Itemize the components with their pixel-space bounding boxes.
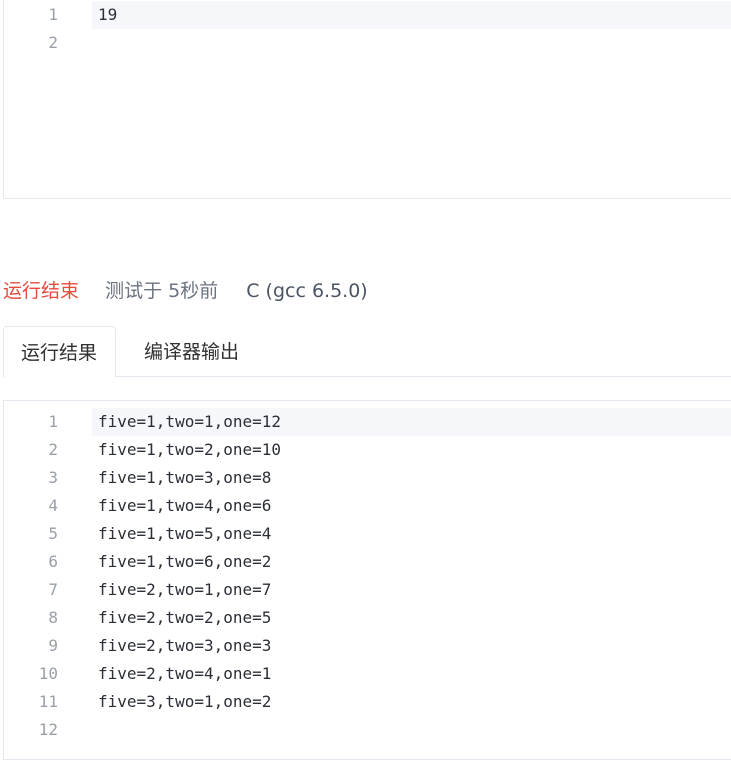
line-number: 5 [48,524,58,543]
line-number: 11 [38,692,58,711]
line-number: 1 [48,412,58,431]
output-text: five=2,two=4,one=1 [98,664,272,683]
line-number: 9 [48,636,58,655]
output-text: five=1,two=2,one=10 [98,440,282,459]
output-text: five=1,two=4,one=6 [98,496,272,515]
line-number: 2 [48,33,58,52]
output-line: 12 [4,716,731,744]
output-line: 6 five=1,two=6,one=2 [4,548,731,576]
line-number: 7 [48,580,58,599]
line-number: 8 [48,608,58,627]
code-line-content: five=1,two=3,one=8 [92,464,731,492]
output-text: five=1,two=5,one=4 [98,524,272,543]
output-text: five=2,two=2,one=5 [98,608,272,627]
code-line-content: five=1,two=6,one=2 [92,548,731,576]
output-line: 1 five=1,two=1,one=12 [4,408,731,436]
output-line: 4 five=1,two=4,one=6 [4,492,731,520]
line-number: 4 [48,496,58,515]
code-line-content: five=1,two=2,one=10 [92,436,731,464]
tab-compiler-output[interactable]: 编译器输出 [144,326,239,377]
code-line-content[interactable] [92,29,731,57]
code-line-content: five=2,two=3,one=3 [92,632,731,660]
code-text[interactable]: 19 [98,1,117,29]
output-line: 2 five=1,two=2,one=10 [4,436,731,464]
output-line: 3 five=1,two=3,one=8 [4,464,731,492]
input-line[interactable]: 2 [4,29,731,57]
code-line-content[interactable]: 19 [92,1,731,29]
run-status-label: 运行结束 [3,280,80,302]
input-line[interactable]: 1 19 [4,1,731,29]
output-text: five=1,two=6,one=2 [98,552,272,571]
code-line-content: five=2,two=1,one=7 [92,576,731,604]
line-number: 12 [38,720,58,739]
output-text: five=2,two=3,one=3 [98,636,272,655]
line-number: 10 [38,664,58,683]
line-number: 6 [48,552,58,571]
code-line-content [92,716,731,744]
output-viewer[interactable]: 1 five=1,two=1,one=12 2 five=1,two=2,one… [3,400,731,760]
output-text: five=1,two=1,one=12 [98,412,282,431]
run-timestamp: 测试于 5秒前 [105,280,219,302]
output-text: five=2,two=1,one=7 [98,580,272,599]
tab-run-result[interactable]: 运行结果 [3,326,116,378]
output-line: 5 five=1,two=5,one=4 [4,520,731,548]
input-editor[interactable]: 1 19 2 [3,0,731,199]
language-label: C (gcc 6.5.0) [246,280,368,302]
run-status-bar: 运行结束 测试于 5秒前 C (gcc 6.5.0) [3,278,368,304]
output-line: 8 five=2,two=2,one=5 [4,604,731,632]
output-line: 10 five=2,two=4,one=1 [4,660,731,688]
line-number: 1 [48,5,58,24]
code-line-content: five=2,two=4,one=1 [92,660,731,688]
code-line-content: five=1,two=1,one=12 [92,408,731,436]
output-line: 7 five=2,two=1,one=7 [4,576,731,604]
code-line-content: five=1,two=4,one=6 [92,492,731,520]
output-text: five=1,two=3,one=8 [98,468,272,487]
output-lines: 1 five=1,two=1,one=12 2 five=1,two=2,one… [4,408,731,744]
line-number: 3 [48,468,58,487]
code-line-content: five=3,two=1,one=2 [92,688,731,716]
result-tabs: 运行结果 编译器输出 [3,326,731,378]
output-text: five=3,two=1,one=2 [98,692,272,711]
input-editor-lines: 1 19 2 [4,1,731,57]
output-line: 9 five=2,two=3,one=3 [4,632,731,660]
code-line-content: five=1,two=5,one=4 [92,520,731,548]
output-line: 11 five=3,two=1,one=2 [4,688,731,716]
code-line-content: five=2,two=2,one=5 [92,604,731,632]
line-number: 2 [48,440,58,459]
